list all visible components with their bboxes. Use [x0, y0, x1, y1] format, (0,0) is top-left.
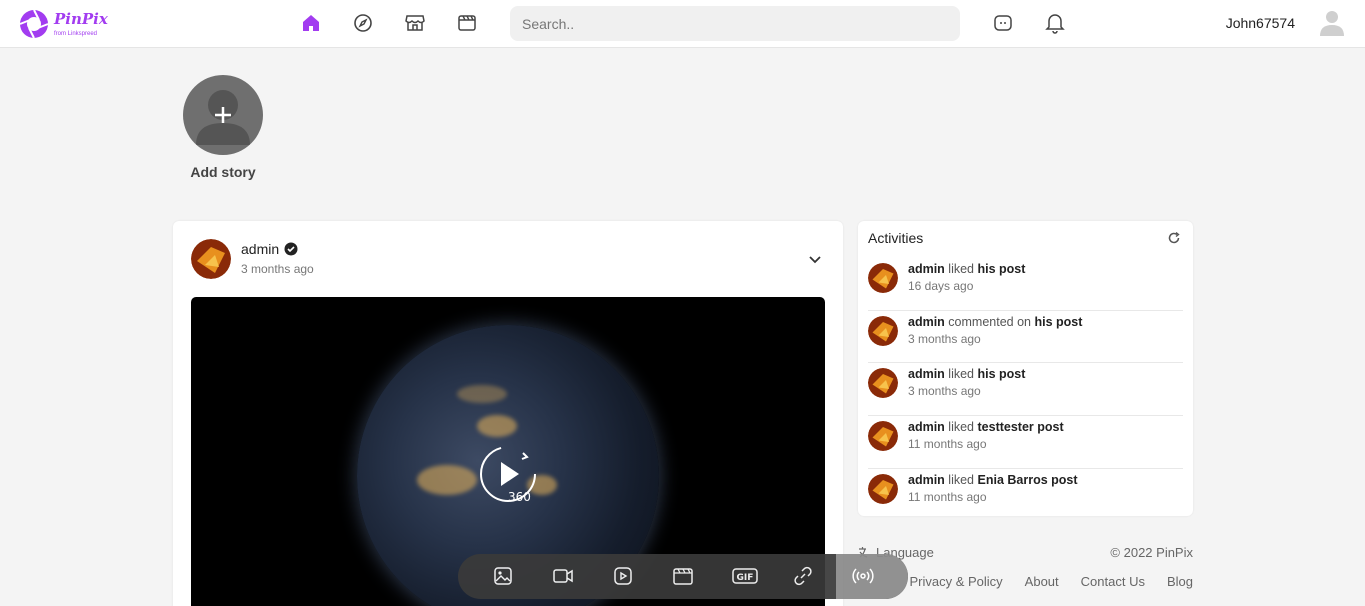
activity-item[interactable]: admin liked his post 3 months ago — [868, 363, 1183, 417]
live-broadcast-icon — [852, 568, 874, 584]
add-story-label: Add story — [190, 164, 256, 180]
search-input[interactable] — [510, 6, 960, 41]
play-video-icon — [614, 567, 632, 585]
play-360-icon[interactable]: 360 — [479, 445, 537, 505]
upload-movie-button[interactable] — [672, 565, 694, 587]
nav-marketplace[interactable] — [403, 11, 427, 35]
footer-link-privacy[interactable]: Privacy & Policy — [909, 574, 1002, 589]
footer-link-contact[interactable]: Contact Us — [1081, 574, 1145, 589]
gif-button[interactable]: GIF — [732, 565, 758, 587]
store-icon — [405, 15, 425, 31]
image-icon — [494, 567, 512, 585]
footer-link-about[interactable]: About — [1025, 574, 1059, 589]
post-author-avatar[interactable] — [191, 239, 231, 279]
activity-text: admin liked his post — [908, 262, 1025, 276]
clapperboard-icon — [458, 15, 476, 31]
activity-text: admin liked Enia Barros post — [908, 473, 1078, 487]
activity-item[interactable]: admin liked testtester post 11 months ago — [868, 416, 1183, 469]
activity-action: liked — [948, 262, 975, 276]
activity-item[interactable]: admin commented on his post 3 months ago — [868, 311, 1183, 364]
link-icon — [794, 566, 812, 586]
video-360-badge: 360 — [508, 490, 531, 504]
chevron-down-icon[interactable] — [807, 251, 823, 267]
chat-icon — [994, 15, 1012, 31]
activity-user[interactable]: admin — [908, 262, 945, 276]
nav-home[interactable] — [299, 11, 323, 35]
activity-action: liked — [948, 472, 975, 487]
verified-badge-icon — [284, 242, 298, 256]
nav-reels[interactable] — [455, 11, 479, 35]
activity-time: 3 months ago — [908, 384, 981, 399]
activity-time: 16 days ago — [908, 279, 974, 293]
username[interactable]: John67574 — [1226, 15, 1295, 31]
upload-video-button[interactable] — [552, 565, 574, 587]
activity-time: 11 months ago — [908, 437, 987, 452]
activity-target[interactable]: testtester post — [978, 420, 1064, 434]
activity-time: 3 months ago — [908, 331, 981, 346]
activity-avatar[interactable] — [868, 473, 898, 504]
messages-button[interactable] — [991, 11, 1015, 35]
gif-label: GIF — [737, 573, 754, 583]
post-card: admin 3 months ago 360 — [173, 221, 843, 606]
footer-links: Privacy & Policy About Contact Us Blog — [909, 574, 1193, 589]
add-story[interactable]: Add story — [183, 75, 263, 180]
activity-action: liked — [948, 420, 975, 435]
footer-link-blog[interactable]: Blog — [1167, 574, 1193, 589]
compass-icon — [354, 14, 372, 32]
activity-time: 11 months ago — [908, 489, 987, 504]
activity-target[interactable]: his post — [1034, 315, 1082, 329]
clapperboard-icon — [673, 568, 693, 585]
bell-icon — [1045, 14, 1065, 34]
upload-image-button[interactable] — [492, 565, 514, 587]
gif-icon: GIF — [732, 568, 758, 584]
copyright: © 2022 PinPix — [1110, 545, 1193, 560]
activity-target[interactable]: his post — [978, 367, 1026, 381]
activity-action: commented on — [948, 314, 1031, 329]
activity-user[interactable]: admin — [908, 367, 945, 381]
refresh-icon[interactable] — [1167, 231, 1181, 245]
activity-avatar[interactable] — [868, 263, 898, 293]
activity-text: admin liked testtester post — [908, 420, 1064, 434]
logo[interactable]: PinPix from Linkspreed — [18, 6, 108, 42]
post-composer-toolbar: GIF — [458, 554, 908, 599]
activities-panel: Activities admin liked his post 16 days a… — [858, 221, 1193, 516]
activity-item[interactable]: admin liked Enia Barros post 11 months ag… — [868, 469, 1183, 522]
activity-target[interactable]: his post — [978, 262, 1026, 276]
upload-reel-button[interactable] — [612, 565, 634, 587]
add-story-circle[interactable] — [183, 75, 263, 155]
logo-name: PinPix — [54, 9, 108, 28]
go-live-button[interactable] — [852, 565, 874, 587]
activity-avatar[interactable] — [868, 421, 898, 452]
activities-list: admin liked his post 16 days ago admin com… — [868, 258, 1183, 521]
home-icon — [303, 15, 319, 31]
notifications-button[interactable] — [1043, 11, 1067, 35]
logo-subtitle: from Linkspreed — [54, 30, 98, 37]
video-camera-icon — [553, 569, 573, 583]
activity-item[interactable]: admin liked his post 16 days ago — [868, 258, 1183, 311]
activity-text: admin commented on his post — [908, 315, 1082, 329]
activities-title: Activities — [868, 230, 924, 246]
activity-user[interactable]: admin — [908, 473, 945, 487]
avatar-placeholder-icon — [196, 90, 250, 145]
activity-avatar[interactable] — [868, 368, 898, 399]
nav-explore[interactable] — [351, 11, 375, 35]
user-avatar-icon[interactable] — [1319, 9, 1345, 37]
top-navbar: PinPix from Linkspreed John67574 — [0, 0, 1365, 48]
activity-action: liked — [948, 367, 975, 382]
activity-avatar[interactable] — [868, 315, 898, 346]
post-timestamp: 3 months ago — [241, 262, 314, 276]
logo-mark-icon — [19, 9, 49, 39]
post-author-name[interactable]: admin — [241, 241, 279, 257]
link-button[interactable] — [792, 565, 814, 587]
activity-user[interactable]: admin — [908, 420, 945, 434]
activity-user[interactable]: admin — [908, 315, 945, 329]
activity-target[interactable]: Enia Barros post — [978, 473, 1078, 487]
activity-text: admin liked his post — [908, 367, 1025, 381]
